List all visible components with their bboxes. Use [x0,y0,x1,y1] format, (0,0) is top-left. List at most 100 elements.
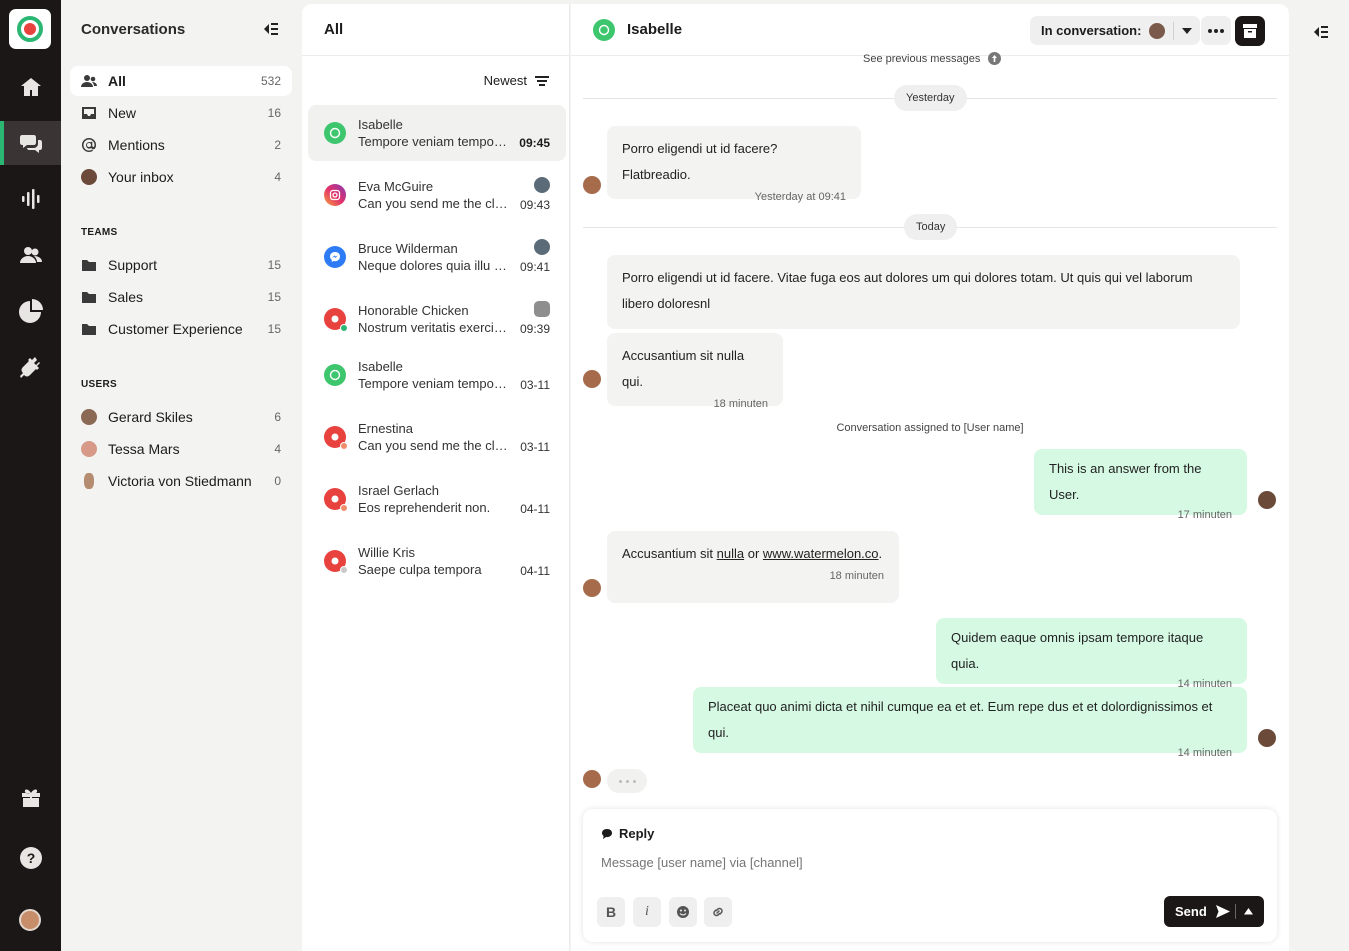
rail-home[interactable] [0,65,61,109]
message-link[interactable]: www.watermelon.co [763,546,879,561]
sidebar-item-tessa-mars[interactable]: Tessa Mars 4 [70,434,292,464]
more-options-button[interactable] [1201,16,1231,45]
agent-avatar [1258,729,1276,747]
conversation-item[interactable]: Isabelle Tempore veniam tempore ipsum 09… [308,105,566,161]
message-bubble: Porro eligendi ut id facere? Flatbreadio… [607,126,861,203]
sidebar-title: Conversations [81,21,186,38]
contact-avatar [583,370,601,388]
conversation-item[interactable]: Ernestina Can you send me the client lis… [308,409,566,465]
avatar [81,169,97,185]
sidebar-item-count: 15 [267,322,281,336]
emoji-button[interactable] [669,897,697,927]
message-text: Porro eligendi ut id facere. Vitae fuga … [622,270,1193,311]
divider [1173,21,1175,40]
chat-contact-name: Isabelle [627,21,683,38]
conversation-state-dropdown[interactable]: In conversation: [1030,16,1201,45]
contact-avatar [583,176,601,194]
sidebar-item-count: 0 [274,474,281,488]
sidebar-item-count: 532 [260,74,281,88]
agent-avatar [1258,491,1276,509]
rail-gift[interactable] [0,775,61,819]
offline-status-dot [340,566,348,574]
see-previous-label: See previous messages [863,52,981,65]
reply-composer: Reply B i Send [583,809,1277,942]
reply-label: Reply [619,826,655,841]
sidebar-item-count: 6 [274,410,281,424]
arrow-up-icon [988,52,1002,65]
rail-reports[interactable] [0,289,61,333]
rail-contacts[interactable] [0,233,61,277]
avatar [84,473,94,489]
help-icon: ? [19,847,42,869]
conversation-item[interactable]: Honorable Chicken Nostrum veritatis exer… [308,291,566,347]
conversation-contact-name: Honorable Chicken [358,303,469,318]
message-text: Accusantium sit nulla qui. [622,348,745,389]
system-message: Conversation assigned to [User name] [836,422,1024,434]
sidebar-item-all[interactable]: All 532 [70,66,292,96]
integrations-icon [19,357,40,378]
bold-button[interactable]: B [597,897,625,927]
message-bubble-outgoing: Placeat quo animi dicta et nihil cumque … [693,687,1247,759]
sidebar-item-victoria-von-stiedmann[interactable]: Victoria von Stiedmann 0 [70,466,292,496]
sidebar-item-label: Victoria von Stiedmann [108,473,252,489]
away-status-dot [340,442,348,450]
conversation-time: 03-11 [520,378,550,392]
conversation-item[interactable]: Willie Kris Saepe culpa tempora 04-11 [308,533,566,589]
send-label: Send [1175,904,1207,919]
italic-button[interactable]: i [633,897,661,927]
inbox-icon [81,105,97,121]
contact-avatar [583,770,601,788]
message-text: Placeat quo animi dicta et nihil cumque … [708,699,1213,740]
chat-header: Isabelle In conversation: [571,4,1289,56]
message-link[interactable]: nulla [717,546,744,561]
sidebar-item-count: 4 [274,442,281,456]
send-button[interactable]: Send [1164,896,1264,927]
message-text-part: or [744,546,763,561]
sort-dropdown[interactable]: Newest [484,73,549,88]
svg-text:?: ? [26,850,35,866]
sidebar-item-mentions[interactable]: Mentions 2 [70,130,292,160]
speech-bubble-icon [602,828,612,839]
message-text: This is an answer from the User. [1049,461,1202,502]
message-time: 18 minuten [713,398,768,410]
rail-integrations[interactable] [0,345,61,389]
message-input[interactable] [601,855,1121,870]
sidebar-item-customer-experience[interactable]: Customer Experience 15 [70,314,292,344]
collapse-sidebar-icon[interactable] [262,22,278,36]
app-logo[interactable] [9,9,51,49]
archive-icon [1243,24,1257,38]
users-icon [81,73,97,89]
teams-heading: TEAMS [81,227,118,238]
main-navigation-rail: ? [0,0,61,951]
chevron-up-icon[interactable] [1244,908,1253,915]
message-bubble-outgoing: Quidem eaque omnis ipsam tempore itaque … [936,618,1247,690]
home-icon [20,78,41,96]
conversation-time: 09:45 [519,136,550,150]
sidebar-item-support[interactable]: Support 15 [70,250,292,280]
see-previous-messages-link[interactable]: See previous messages [863,52,1002,65]
folder-icon [81,321,97,337]
contact-avatar [583,579,601,597]
attach-link-button[interactable] [704,897,732,927]
link-icon [713,907,723,917]
rail-conversations[interactable] [0,121,61,165]
sidebar-item-label: All [108,73,126,89]
rail-analytics[interactable] [0,177,61,221]
archive-button[interactable] [1235,16,1265,46]
message-bubble-outgoing: This is an answer from the User. 17 minu… [1034,449,1247,521]
conversation-item[interactable]: Eva McGuire Can you send me the client l… [308,167,566,223]
reply-mode-toggle[interactable]: Reply [601,826,654,841]
conversation-contact-name: Eva McGuire [358,179,434,194]
conversation-item[interactable]: Bruce Wilderman Neque dolores quia illu … [308,229,566,285]
conversation-item[interactable]: Isabelle Tempore veniam tempore ipsum 03… [308,347,566,403]
sidebar-item-new[interactable]: New 16 [70,98,292,128]
rail-help[interactable]: ? [0,836,61,880]
current-user-avatar[interactable] [19,909,41,931]
sidebar-item-gerard-skiles[interactable]: Gerard Skiles 6 [70,402,292,432]
sidebar-item-sales[interactable]: Sales 15 [70,282,292,312]
conversation-time: 04-11 [520,564,550,578]
conversation-item[interactable]: Israel Gerlach Eos reprehenderit non. 04… [308,471,566,527]
sidebar-item-your-inbox[interactable]: Your inbox 4 [70,162,292,192]
conversation-preview: Eos reprehenderit non. [358,500,491,515]
expand-panel-icon[interactable] [1312,25,1328,39]
